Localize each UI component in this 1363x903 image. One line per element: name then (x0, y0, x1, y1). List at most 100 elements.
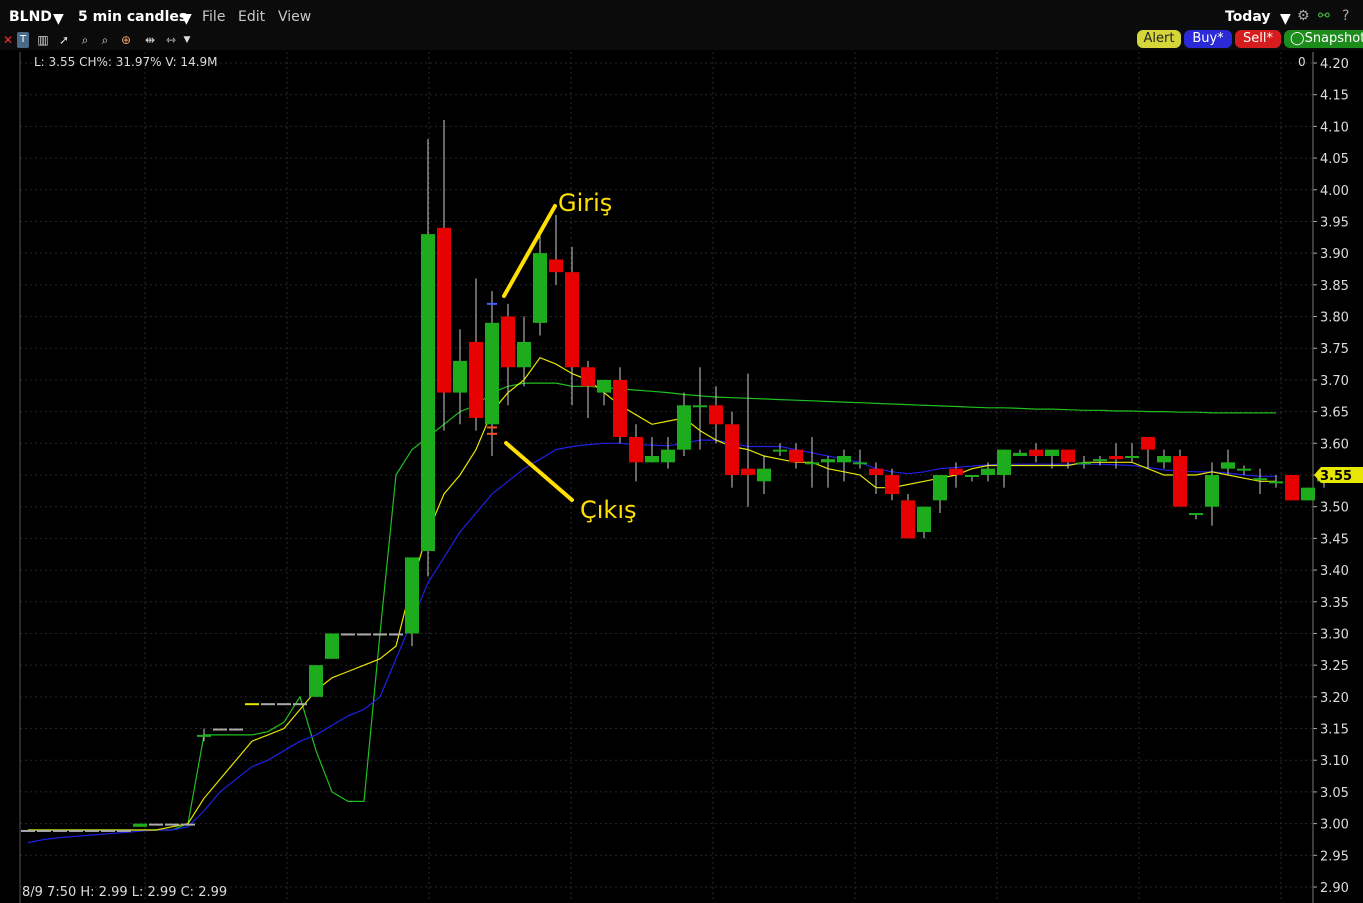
gear-icon[interactable]: ⚙ (1297, 8, 1310, 25)
candle (1285, 475, 1299, 501)
pan-icon[interactable]: ⇹ (142, 32, 158, 48)
candle-body (1253, 478, 1267, 481)
close-icon[interactable]: ✕ (3, 32, 13, 48)
y-axis-tick-label: 3.05 (1320, 786, 1349, 801)
interval-label[interactable]: 5 min candles (78, 9, 187, 26)
price-chart[interactable]: 4.20 4.15 4.10 4.05 4.00 3.95 3.90 3.85 3.80 3.75… (0, 50, 1363, 903)
y-axis-tick-label: 3.60 (1320, 437, 1349, 452)
candle (437, 120, 451, 431)
last-price: L: 3.55 (34, 55, 76, 69)
y-axis-tick-label: 2.95 (1320, 849, 1349, 864)
candle (261, 703, 275, 706)
candle-body (613, 379, 627, 437)
interval-dropdown-icon[interactable]: ▼ (181, 11, 192, 28)
fit-icon[interactable]: ⇿ (163, 32, 179, 48)
y-axis-tick-label: 3.75 (1320, 342, 1349, 357)
candle-body (165, 823, 179, 826)
moving-average-mid (27, 439, 1276, 844)
candle-body (837, 455, 851, 463)
candle-body (533, 253, 547, 323)
candle-body (357, 633, 371, 636)
candle (69, 829, 83, 832)
y-axis-tick-label: 3.25 (1320, 659, 1349, 674)
candle (837, 449, 851, 482)
candle-body (933, 475, 947, 501)
period-dropdown-icon[interactable]: ▼ (1280, 11, 1291, 28)
candle (917, 506, 931, 539)
candle (789, 443, 803, 469)
help-icon[interactable]: ? (1342, 8, 1349, 25)
candle (1125, 443, 1139, 463)
snapshot-button[interactable]: ◯Snapshot (1284, 30, 1363, 48)
candle-body (661, 449, 675, 463)
sell-button[interactable]: Sell* (1235, 30, 1281, 48)
text-tool-icon[interactable]: T (17, 32, 29, 48)
period-label[interactable]: Today (1225, 9, 1270, 26)
last-price-tag-label: 3.55 (1320, 469, 1352, 484)
candle (149, 823, 163, 826)
candle (277, 703, 291, 706)
title-bar: BLND ▼ 5 min candles ▼ File Edit View To… (0, 0, 1363, 30)
y-axis-tick-label: 3.45 (1320, 532, 1349, 547)
y-axis-tick-label: 3.80 (1320, 311, 1349, 326)
candle (933, 475, 947, 514)
y-axis-tick-label: 4.10 (1320, 120, 1349, 135)
candle-body (373, 633, 387, 636)
zoom-in-icon[interactable]: ⌕ (78, 32, 92, 48)
y-axis-tick-label: 3.85 (1320, 279, 1349, 294)
bar-readout: 8/9 7:50 H: 2.99 L: 2.99 C: 2.99 (22, 885, 227, 900)
candle-body (789, 449, 803, 463)
candle-body (581, 367, 595, 387)
candle-body (677, 405, 691, 450)
candle-body (949, 468, 963, 475)
candle-body (149, 823, 163, 826)
candle (1157, 449, 1171, 469)
symbol-label[interactable]: BLND (9, 9, 52, 26)
entry-annotation: Giriş (558, 189, 612, 217)
candle (597, 379, 611, 406)
candle (117, 829, 131, 832)
candle (389, 633, 403, 636)
symbol-dropdown-icon[interactable]: ▼ (53, 11, 64, 28)
candle (821, 455, 835, 488)
candles-icon[interactable]: ▥ (35, 32, 51, 48)
zoom-out-icon[interactable]: ⌕ (98, 32, 112, 48)
link-icon[interactable]: ⚯ (1318, 8, 1330, 25)
candle (1013, 449, 1027, 456)
candle (709, 386, 723, 444)
more-icon[interactable]: ▼ (182, 32, 192, 48)
candle-body (85, 829, 99, 832)
candle (85, 829, 99, 832)
quote-summary: L: 3.55 CH%: 31.97% V: 14.9M (34, 55, 218, 69)
snapshot-label: Snapshot (1304, 31, 1363, 46)
menu-edit[interactable]: Edit (238, 9, 265, 26)
alert-button[interactable]: Alert (1137, 30, 1181, 48)
candle (581, 360, 595, 418)
candle-body (1237, 468, 1251, 471)
menu-view[interactable]: View (278, 9, 311, 26)
candle-body (1045, 449, 1059, 456)
bar-close: C: 2.99 (180, 885, 228, 900)
candle (725, 411, 739, 488)
candle-body (1173, 455, 1187, 507)
candle (517, 316, 531, 387)
candle (373, 633, 387, 636)
candle-body (741, 468, 755, 475)
candle-body (981, 468, 995, 475)
candle-body (53, 829, 67, 832)
candle-body (21, 829, 35, 832)
y-axis-tick-label: 4.15 (1320, 89, 1349, 104)
candle (757, 455, 771, 495)
candle-body (1269, 481, 1283, 484)
candle-body (645, 455, 659, 463)
y-axis-tick-label: 3.90 (1320, 247, 1349, 262)
buy-button[interactable]: Buy* (1184, 30, 1232, 48)
crosshair-icon[interactable]: ⊕ (118, 32, 134, 48)
menu-file[interactable]: File (202, 9, 225, 26)
candle (133, 823, 147, 827)
volume: V: 14.9M (165, 55, 218, 69)
cursor-icon[interactable]: ➚ (57, 32, 71, 48)
candle-body (389, 633, 403, 636)
entry-arrow (502, 204, 557, 298)
exit-arrow (504, 441, 574, 502)
